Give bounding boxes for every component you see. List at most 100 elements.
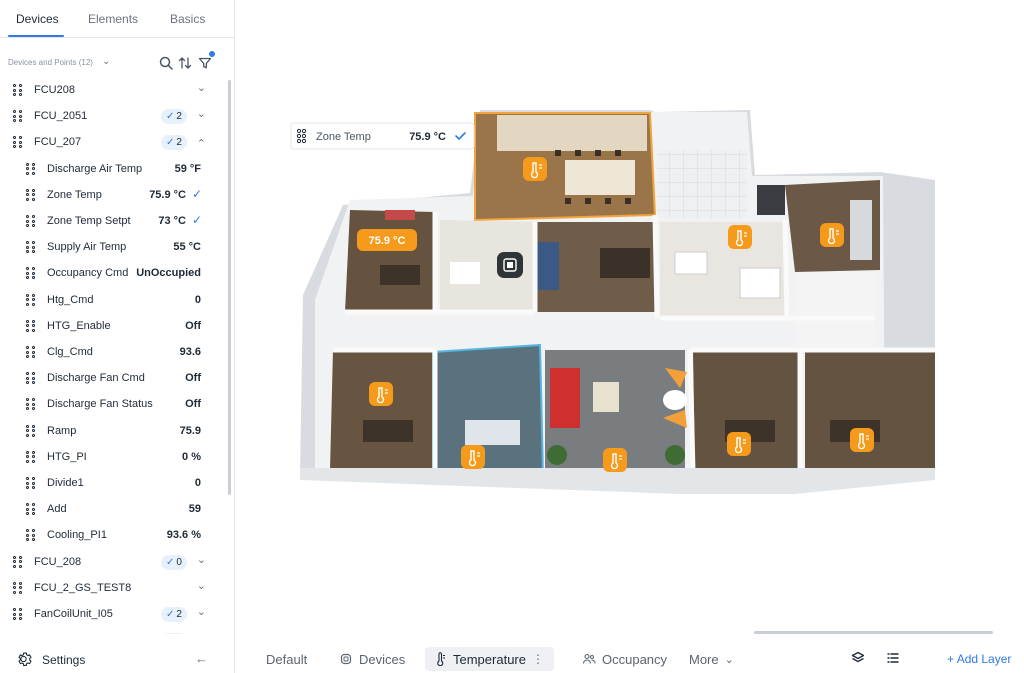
point-row[interactable]: HTG_Enable Off — [0, 313, 220, 339]
sidebar-scrollbar[interactable] — [228, 80, 231, 495]
thermometer-marker[interactable] — [728, 225, 752, 249]
drag-handle-icon[interactable] — [26, 162, 36, 175]
point-row[interactable]: Discharge Fan Status Off — [0, 391, 220, 417]
point-value: 75.9 — [179, 424, 201, 437]
drag-handle-icon[interactable] — [13, 608, 23, 620]
tab-basics[interactable]: Basics — [170, 12, 205, 26]
canvas-horizontal-scrollbar[interactable] — [754, 631, 993, 634]
temperature-badge[interactable]: 75.9 °C — [357, 229, 417, 251]
device-chip-marker[interactable] — [497, 252, 523, 278]
collapse-sidebar-icon[interactable]: ← — [195, 651, 208, 666]
point-row[interactable]: Zone Temp 75.9 °C ✓ — [0, 182, 220, 208]
drag-handle-icon[interactable] — [26, 424, 36, 437]
point-row[interactable]: Supply Air Temp 55 °C — [0, 234, 220, 260]
point-value: 93.6 — [179, 346, 201, 358]
point-row[interactable]: Ramp 75.9 — [0, 418, 220, 444]
more-layers-dropdown[interactable]: More ⌄ — [689, 650, 734, 668]
zone-temp-tooltip[interactable]: Zone Temp 75.9 °C — [290, 122, 475, 150]
chevron-down-icon[interactable]: ⌄ — [197, 605, 206, 618]
tab-devices[interactable]: Devices — [16, 12, 59, 26]
drag-handle-icon[interactable] — [13, 555, 23, 568]
drag-handle-icon[interactable] — [26, 372, 36, 385]
drag-handle-icon[interactable] — [26, 241, 36, 254]
check-icon: ✓ — [166, 111, 175, 123]
filter-icon[interactable] — [197, 55, 213, 71]
sort-icon[interactable] — [177, 55, 193, 71]
settings-label[interactable]: Settings — [42, 653, 85, 667]
point-row[interactable]: Occupancy Cmd UnOccupied — [0, 260, 220, 286]
point-row[interactable]: Htg_Cmd 0 — [0, 287, 220, 313]
thermometer-marker[interactable] — [820, 223, 844, 247]
layer-occupancy[interactable]: Occupancy — [582, 650, 667, 668]
drag-handle-icon[interactable] — [26, 267, 36, 280]
drag-handle-icon[interactable] — [26, 346, 36, 358]
drag-handle-icon[interactable] — [26, 293, 36, 306]
device-label: FCU_2_GS_TEST8 — [34, 581, 132, 594]
check-icon[interactable]: ✓ — [192, 187, 202, 201]
thermometer-marker[interactable] — [369, 382, 393, 406]
more-vertical-icon[interactable]: ⋮ — [532, 652, 544, 666]
thermometer-marker[interactable] — [461, 445, 485, 469]
layers-icon[interactable] — [850, 650, 866, 666]
drag-handle-icon[interactable] — [26, 188, 36, 201]
drag-handle-icon[interactable] — [13, 84, 23, 96]
room-office-left[interactable] — [345, 210, 435, 312]
search-icon[interactable] — [158, 55, 174, 71]
device-row[interactable]: FCU_207 ✓ 2 ⌃ — [0, 129, 220, 155]
chevron-down-icon[interactable]: ⌄ — [197, 81, 206, 94]
point-row[interactable]: Discharge Fan Cmd Off — [0, 365, 220, 391]
device-row[interactable]: FCU208 ⌄ — [0, 77, 220, 103]
device-row[interactable]: FCU_2_GS_TEST8 ⌄ — [0, 575, 220, 601]
chevron-down-icon[interactable]: ⌄ — [197, 107, 206, 120]
drag-handle-icon[interactable] — [13, 581, 23, 594]
point-label: HTG_PI — [47, 450, 87, 463]
thermometer-marker[interactable] — [850, 428, 874, 452]
drag-handle-icon[interactable] — [13, 110, 23, 123]
point-row[interactable]: Add 59 — [0, 496, 220, 522]
device-row[interactable]: FCU_208 ✓ 0 ⌄ — [0, 549, 220, 575]
point-row[interactable]: Cooling_PI1 93.6 % — [0, 522, 220, 548]
device-row[interactable]: FanCoilUnit_I05 ✓ 2 ⌄ — [0, 601, 220, 627]
layer-default[interactable]: Default — [266, 650, 307, 668]
point-value: Off — [185, 372, 201, 385]
list-icon[interactable] — [885, 650, 901, 666]
layer-devices[interactable]: Devices — [339, 650, 405, 668]
chevron-down-icon[interactable]: ⌄ — [197, 553, 206, 566]
red-sofa — [550, 368, 580, 428]
point-row[interactable]: HTG_PI 0 % — [0, 444, 220, 470]
point-row[interactable]: Discharge Air Temp 59 °F — [0, 156, 220, 182]
check-icon[interactable]: ✓ — [192, 213, 202, 227]
drag-handle-icon[interactable] — [26, 398, 36, 411]
drag-handle-icon[interactable] — [26, 450, 36, 463]
drag-handle-icon[interactable] — [26, 503, 36, 516]
layer-temperature[interactable]: Temperature ⋮ — [425, 647, 554, 671]
chevron-down-icon[interactable]: ⌄ — [197, 579, 206, 592]
chevron-down-icon[interactable]: ⌄ — [102, 56, 110, 67]
point-label: Discharge Fan Status — [47, 398, 153, 411]
room-office-lower-left[interactable] — [330, 350, 435, 470]
thermometer-marker[interactable] — [727, 432, 751, 456]
chevron-up-icon[interactable]: ⌃ — [197, 137, 206, 150]
drag-handle-icon[interactable] — [26, 477, 36, 489]
drag-handle-icon[interactable] — [26, 319, 36, 332]
chevron-down-icon[interactable]: ⌄ — [197, 631, 206, 634]
point-row[interactable]: Zone Temp Setpt 73 °C ✓ — [0, 208, 220, 234]
check-icon: ✓ — [166, 556, 175, 568]
device-row[interactable]: FCU_2051 ✓ 2 ⌄ — [0, 103, 220, 129]
point-label: Add — [47, 503, 67, 516]
thermometer-marker[interactable] — [603, 448, 627, 472]
thermometer-marker[interactable] — [523, 157, 547, 181]
tab-elements[interactable]: Elements — [88, 12, 138, 26]
point-value: 59 — [188, 503, 201, 516]
point-row[interactable]: Divide1 0 — [0, 470, 220, 496]
drag-handle-icon[interactable] — [26, 529, 36, 542]
point-row[interactable]: Clg_Cmd 93.6 — [0, 339, 220, 365]
gear-icon[interactable] — [16, 650, 34, 668]
floorplan-canvas[interactable]: 75.9 °C Zone Temp 75.9 °C — [235, 0, 1024, 643]
points-header-label[interactable]: Devices and Points (12) — [8, 58, 93, 67]
room-office-lower-right[interactable] — [805, 350, 935, 470]
add-layer-button[interactable]: + Add Layer — [947, 652, 1011, 666]
drag-handle-icon[interactable] — [26, 215, 36, 227]
device-row[interactable]: VAV_001✓0⌄ — [0, 627, 220, 634]
drag-handle-icon[interactable] — [13, 136, 23, 149]
